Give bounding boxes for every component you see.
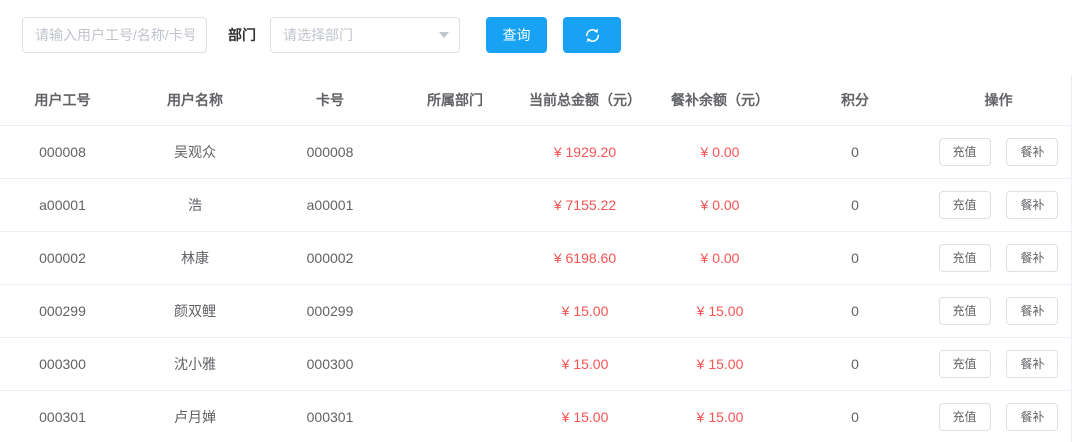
table-row: 000299 颜双鲤 000299 ¥ 15.00 ¥ 15.00 0 充值 餐… (0, 284, 1072, 337)
actions-cell: 充值 餐补 (925, 178, 1072, 231)
employee-id-cell: 000301 (0, 390, 125, 442)
user-name-cell: 沈小雅 (125, 337, 265, 390)
column-header-4: 当前总金额（元） (515, 75, 655, 125)
table-body: 000008 吴观众 000008 ¥ 1929.20 ¥ 0.00 0 充值 … (0, 125, 1072, 442)
department-select[interactable]: 请选择部门 (270, 17, 460, 53)
recharge-button[interactable]: 充值 (939, 297, 991, 325)
employee-id-cell: 000300 (0, 337, 125, 390)
column-header-2: 卡号 (265, 75, 395, 125)
user-name-cell: 颜双鲤 (125, 284, 265, 337)
subsidy-button[interactable]: 餐补 (1006, 350, 1058, 378)
actions-cell: 充值 餐补 (925, 231, 1072, 284)
department-cell (395, 178, 515, 231)
table-row: 000002 林康 000002 ¥ 6198.60 ¥ 0.00 0 充值 餐… (0, 231, 1072, 284)
refresh-button[interactable] (563, 17, 621, 53)
recharge-button[interactable]: 充值 (939, 138, 991, 166)
recharge-button[interactable]: 充值 (939, 403, 991, 431)
user-name-cell: 卢月婵 (125, 390, 265, 442)
user-name-cell: 吴观众 (125, 125, 265, 178)
department-cell (395, 125, 515, 178)
chevron-down-icon (439, 32, 449, 38)
recharge-button[interactable]: 充值 (939, 350, 991, 378)
subsidy-balance-cell: ¥ 15.00 (655, 337, 785, 390)
table-header-row: 用户工号用户名称卡号所属部门当前总金额（元）餐补余额（元）积分操作 (0, 75, 1072, 125)
recharge-button[interactable]: 充值 (939, 244, 991, 272)
department-cell (395, 284, 515, 337)
points-cell: 0 (785, 231, 925, 284)
employee-id-cell: 000008 (0, 125, 125, 178)
subsidy-balance-cell: ¥ 15.00 (655, 390, 785, 442)
card-no-cell: 000002 (265, 231, 395, 284)
subsidy-balance-cell: ¥ 0.00 (655, 231, 785, 284)
points-cell: 0 (785, 337, 925, 390)
table-row: a00001 浩 a00001 ¥ 7155.22 ¥ 0.00 0 充值 餐补 (0, 178, 1072, 231)
department-cell (395, 231, 515, 284)
total-amount-cell: ¥ 7155.22 (515, 178, 655, 231)
column-header-7: 操作 (925, 75, 1072, 125)
points-cell: 0 (785, 284, 925, 337)
actions-cell: 充值 餐补 (925, 337, 1072, 390)
department-cell (395, 337, 515, 390)
department-label: 部门 (228, 25, 256, 45)
column-header-6: 积分 (785, 75, 925, 125)
employee-id-cell: a00001 (0, 178, 125, 231)
table-row: 000301 卢月婵 000301 ¥ 15.00 ¥ 15.00 0 充值 餐… (0, 390, 1072, 442)
total-amount-cell: ¥ 1929.20 (515, 125, 655, 178)
column-header-1: 用户名称 (125, 75, 265, 125)
actions-cell: 充值 餐补 (925, 125, 1072, 178)
recharge-button[interactable]: 充值 (939, 191, 991, 219)
subsidy-button[interactable]: 餐补 (1006, 297, 1058, 325)
card-no-cell: a00001 (265, 178, 395, 231)
subsidy-button[interactable]: 餐补 (1006, 403, 1058, 431)
toolbar: 部门 请选择部门 查询 (0, 0, 1080, 53)
user-name-cell: 浩 (125, 178, 265, 231)
employee-id-cell: 000299 (0, 284, 125, 337)
total-amount-cell: ¥ 15.00 (515, 337, 655, 390)
query-button[interactable]: 查询 (486, 17, 547, 53)
subsidy-button[interactable]: 餐补 (1006, 191, 1058, 219)
card-no-cell: 000301 (265, 390, 395, 442)
subsidy-button[interactable]: 餐补 (1006, 244, 1058, 272)
department-cell (395, 390, 515, 442)
total-amount-cell: ¥ 6198.60 (515, 231, 655, 284)
subsidy-balance-cell: ¥ 0.00 (655, 125, 785, 178)
points-cell: 0 (785, 178, 925, 231)
actions-cell: 充值 餐补 (925, 284, 1072, 337)
total-amount-cell: ¥ 15.00 (515, 284, 655, 337)
search-input[interactable] (22, 17, 207, 53)
subsidy-balance-cell: ¥ 15.00 (655, 284, 785, 337)
subsidy-balance-cell: ¥ 0.00 (655, 178, 785, 231)
employee-id-cell: 000002 (0, 231, 125, 284)
points-cell: 0 (785, 125, 925, 178)
users-table: 用户工号用户名称卡号所属部门当前总金额（元）餐补余额（元）积分操作 000008… (0, 75, 1072, 442)
card-no-cell: 000008 (265, 125, 395, 178)
column-header-0: 用户工号 (0, 75, 125, 125)
card-no-cell: 000299 (265, 284, 395, 337)
points-cell: 0 (785, 390, 925, 442)
subsidy-button[interactable]: 餐补 (1006, 138, 1058, 166)
table-row: 000008 吴观众 000008 ¥ 1929.20 ¥ 0.00 0 充值 … (0, 125, 1072, 178)
card-no-cell: 000300 (265, 337, 395, 390)
department-select-placeholder: 请选择部门 (283, 25, 353, 45)
table-row: 000300 沈小雅 000300 ¥ 15.00 ¥ 15.00 0 充值 餐… (0, 337, 1072, 390)
user-name-cell: 林康 (125, 231, 265, 284)
column-header-5: 餐补余额（元） (655, 75, 785, 125)
refresh-icon (584, 27, 601, 44)
column-header-3: 所属部门 (395, 75, 515, 125)
actions-cell: 充值 餐补 (925, 390, 1072, 442)
total-amount-cell: ¥ 15.00 (515, 390, 655, 442)
